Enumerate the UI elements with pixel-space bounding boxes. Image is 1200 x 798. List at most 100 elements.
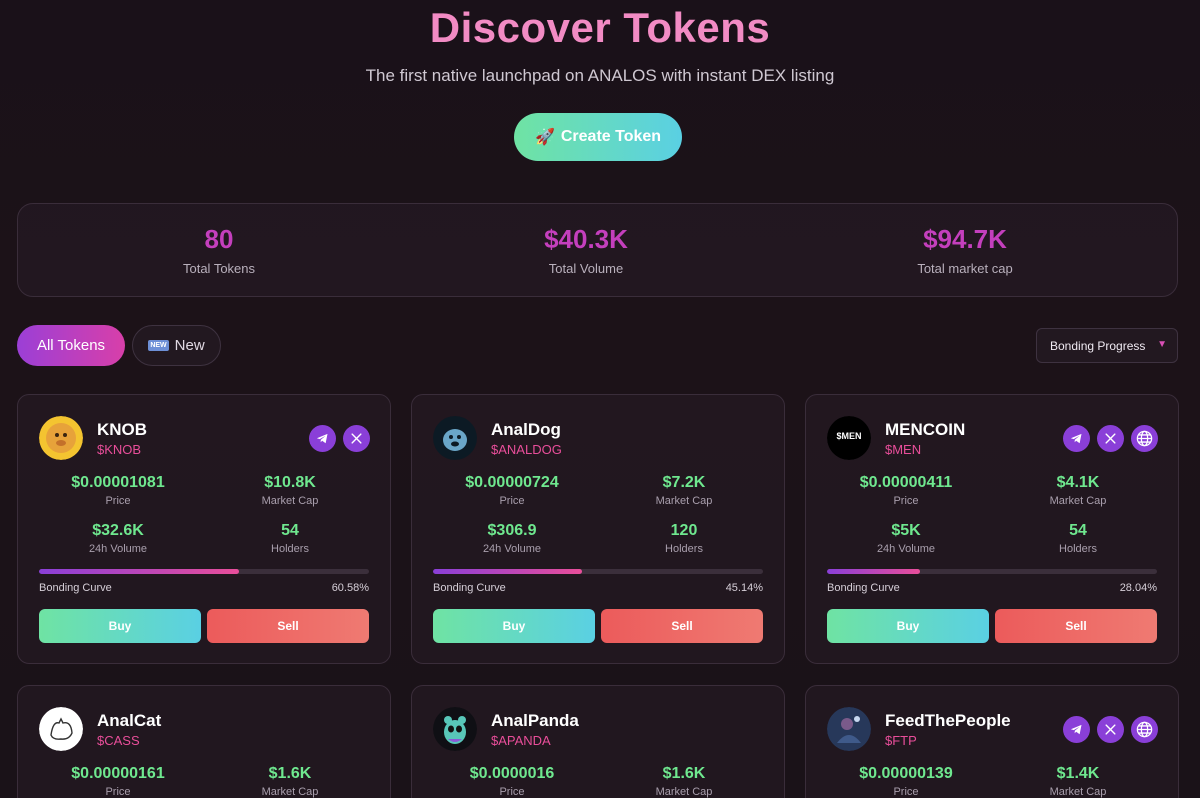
stat-value: $40.3K	[544, 224, 628, 254]
metric-label: Holders	[1059, 543, 1097, 555]
token-avatar: $MEN	[827, 416, 871, 460]
stat-total-volume: $40.3K Total Volume	[436, 224, 736, 276]
token-market-cap: $1.6K Market Cap	[205, 765, 375, 798]
metric-label: Market Cap	[1049, 786, 1107, 798]
token-market-cap: $1.6K Market Cap	[599, 765, 769, 798]
metric-label: Price	[893, 495, 919, 507]
sell-button[interactable]: Sell	[601, 609, 763, 643]
metric-value: $10.8K	[264, 474, 316, 491]
token-card[interactable]: $MEN MENCOIN $MEN $0.00000411 Price $4.1…	[805, 394, 1179, 664]
metric-label: Price	[499, 495, 525, 507]
token-avatar	[39, 416, 83, 460]
metric-label: Market Cap	[261, 495, 319, 507]
token-symbol: $CASS	[97, 733, 140, 748]
metric-value: 120	[670, 522, 698, 539]
token-volume: $32.6K 24h Volume	[33, 522, 203, 555]
token-socials	[1063, 425, 1158, 452]
stat-value: 80	[204, 224, 234, 254]
token-name: MENCOIN	[885, 420, 966, 439]
metric-value: $0.00000411	[859, 474, 953, 491]
metric-value: $32.6K	[92, 522, 144, 539]
globe-icon[interactable]	[1131, 716, 1158, 743]
token-price: $0.00001081 Price	[33, 474, 203, 507]
stat-label: Total Tokens	[182, 261, 256, 276]
buy-button[interactable]: Buy	[39, 609, 201, 643]
metric-value: 54	[281, 522, 299, 539]
bonding-progress-bar	[827, 569, 1157, 574]
rocket-icon: 🚀	[534, 129, 555, 146]
token-symbol: $APANDA	[491, 733, 551, 748]
metric-value: 54	[1069, 522, 1087, 539]
x-icon[interactable]	[343, 425, 370, 452]
stat-total-market-cap: $94.7K Total market cap	[815, 224, 1115, 276]
token-card[interactable]: FeedThePeople $FTP $0.00000139 Price $1.…	[805, 685, 1179, 798]
metric-value: $0.0000016	[469, 765, 555, 782]
metric-label: Price	[499, 786, 525, 798]
metric-label: Market Cap	[655, 495, 713, 507]
stat-total-tokens: 80 Total Tokens	[69, 224, 369, 276]
metric-label: Holders	[665, 543, 703, 555]
buy-button[interactable]: Buy	[827, 609, 989, 643]
token-card[interactable]: AnalPanda $APANDA $0.0000016 Price $1.6K…	[411, 685, 785, 798]
globe-icon[interactable]	[1131, 425, 1158, 452]
telegram-icon[interactable]	[1063, 425, 1090, 452]
token-socials	[309, 425, 370, 452]
token-avatar	[827, 707, 871, 751]
metric-label: Market Cap	[261, 786, 319, 798]
bonding-progress-fill	[433, 569, 582, 574]
tab-all-tokens[interactable]: All Tokens	[17, 325, 125, 366]
stats-panel: 80 Total Tokens $40.3K Total Volume $94.…	[17, 203, 1178, 297]
sell-button[interactable]: Sell	[207, 609, 369, 643]
chevron-down-icon: ▼	[1157, 339, 1167, 350]
token-name: FeedThePeople	[885, 711, 1011, 730]
bonding-progress-fill	[39, 569, 239, 574]
token-card[interactable]: KNOB $KNOB $0.00001081 Price $10.8K Mark…	[17, 394, 391, 664]
token-name: AnalPanda	[491, 711, 579, 730]
metric-value: $0.00000139	[859, 765, 953, 782]
token-avatar	[39, 707, 83, 751]
metric-label: 24h Volume	[88, 543, 148, 555]
metric-label: Market Cap	[1049, 495, 1107, 507]
metric-label: Market Cap	[655, 786, 713, 798]
stat-value: $94.7K	[923, 224, 1007, 254]
bonding-curve-percent: 60.58%	[331, 582, 369, 594]
telegram-icon[interactable]	[1063, 716, 1090, 743]
stat-label: Total market cap	[917, 261, 1013, 276]
metric-value: $5K	[891, 522, 921, 539]
token-price: $0.00000724 Price	[427, 474, 597, 507]
token-name: AnalCat	[97, 711, 162, 730]
create-token-button[interactable]: 🚀 Create Token	[514, 113, 682, 161]
x-icon[interactable]	[1097, 716, 1124, 743]
token-avatar	[433, 416, 477, 460]
token-price: $0.0000016 Price	[427, 765, 597, 798]
metric-value: $7.2K	[662, 474, 706, 491]
create-token-label: Create Token	[560, 128, 662, 145]
bonding-progress-fill	[827, 569, 920, 574]
token-symbol: $ANALDOG	[491, 442, 562, 457]
token-symbol: $MEN	[885, 442, 922, 457]
page-subtitle: The first native launchpad on ANALOS wit…	[365, 66, 835, 85]
metric-value: $0.00000724	[465, 474, 559, 491]
token-symbol: $KNOB	[97, 442, 142, 457]
token-symbol: $FTP	[885, 733, 917, 748]
token-socials	[1063, 716, 1158, 743]
buy-button[interactable]: Buy	[433, 609, 595, 643]
telegram-icon[interactable]	[309, 425, 336, 452]
metric-value: $1.4K	[1056, 765, 1100, 782]
stat-label: Total Volume	[548, 261, 624, 276]
metric-label: 24h Volume	[876, 543, 936, 555]
sell-button[interactable]: Sell	[995, 609, 1157, 643]
token-holders: 120 Holders	[599, 522, 769, 555]
bonding-curve-label: Bonding Curve	[827, 582, 900, 594]
token-price: $0.00000411 Price	[821, 474, 991, 507]
bonding-curve-label: Bonding Curve	[433, 582, 506, 594]
token-holders: 54 Holders	[993, 522, 1163, 555]
sort-select-value: Bonding Progress	[1050, 338, 1146, 353]
x-icon[interactable]	[1097, 425, 1124, 452]
token-card[interactable]: AnalDog $ANALDOG $0.00000724 Price $7.2K…	[411, 394, 785, 664]
tab-new[interactable]: NEW New	[132, 325, 221, 366]
metric-label: Holders	[271, 543, 309, 555]
token-holders: 54 Holders	[205, 522, 375, 555]
token-card[interactable]: AnalCat $CASS $0.00000161 Price $1.6K Ma…	[17, 685, 391, 798]
sort-select[interactable]: Bonding Progress ▼	[1036, 328, 1178, 363]
